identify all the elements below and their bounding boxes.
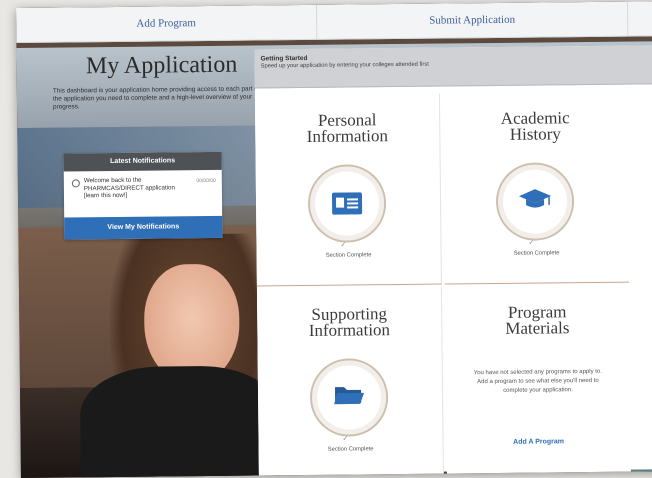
folder-icon — [333, 383, 365, 412]
id-card-icon — [332, 192, 362, 214]
application-screenshot: Add Program Submit Application My Applic… — [16, 1, 652, 478]
tile-academic-history[interactable]: Academic History ✓ Section Complete — [443, 92, 629, 285]
tile-title: Program Materials — [445, 304, 629, 338]
nav-extra[interactable] — [628, 1, 652, 36]
status-label: Getting Started — [261, 55, 308, 62]
notification-item[interactable]: Welcome back to the PHARMCAS/DIRECT appl… — [64, 170, 222, 214]
program-materials-text: You have not selected any programs to ap… — [470, 368, 606, 396]
dashboard-panel: Getting Started Speed up your applicatio… — [254, 45, 652, 473]
notification-text: Welcome back to the PHARMCAS/DIRECT appl… — [84, 176, 184, 200]
nav-add-program[interactable]: Add Program — [16, 5, 317, 42]
check-icon: ✓ — [340, 241, 346, 249]
add-program-link[interactable]: Add A Program — [447, 438, 631, 447]
notifications-header: Latest Notifications — [64, 152, 222, 172]
tile-title: Supporting Information — [257, 306, 441, 340]
tile-personal-information[interactable]: Personal Information ✓ Section Complete — [255, 94, 442, 287]
tile-icon-ring[interactable] — [308, 164, 387, 243]
nav-submit-application[interactable]: Submit Application — [317, 2, 628, 39]
page-title: My Application — [56, 51, 266, 80]
tile-supporting-information[interactable]: Supporting Information ✓ Section Complet… — [257, 288, 444, 478]
notification-icon — [72, 179, 80, 187]
page-description: This dashboard is your application home … — [53, 85, 265, 111]
graduation-cap-icon — [518, 187, 552, 216]
view-notifications-button[interactable]: View My Notifications — [64, 216, 222, 240]
notification-date: 00/00/00 — [196, 178, 216, 184]
tile-icon-ring[interactable] — [496, 162, 575, 241]
tile-program-materials: Program Materials You have not selected … — [445, 286, 631, 478]
tile-icon-ring[interactable] — [310, 358, 389, 437]
section-status: Section Complete — [259, 446, 443, 454]
check-icon: ✓ — [342, 435, 348, 443]
top-nav: Add Program Submit Application — [16, 1, 652, 43]
status-text: Speed up your application by entering yo… — [261, 61, 521, 71]
notifications-panel: Latest Notifications Welcome back to the… — [64, 152, 223, 240]
section-status: Section Complete — [257, 252, 441, 260]
tile-title: Personal Information — [255, 112, 439, 146]
getting-started-banner: Getting Started Speed up your applicatio… — [254, 45, 652, 88]
check-icon: ✓ — [528, 239, 534, 247]
section-status: Section Complete — [445, 250, 629, 258]
tile-title: Academic History — [443, 110, 627, 144]
